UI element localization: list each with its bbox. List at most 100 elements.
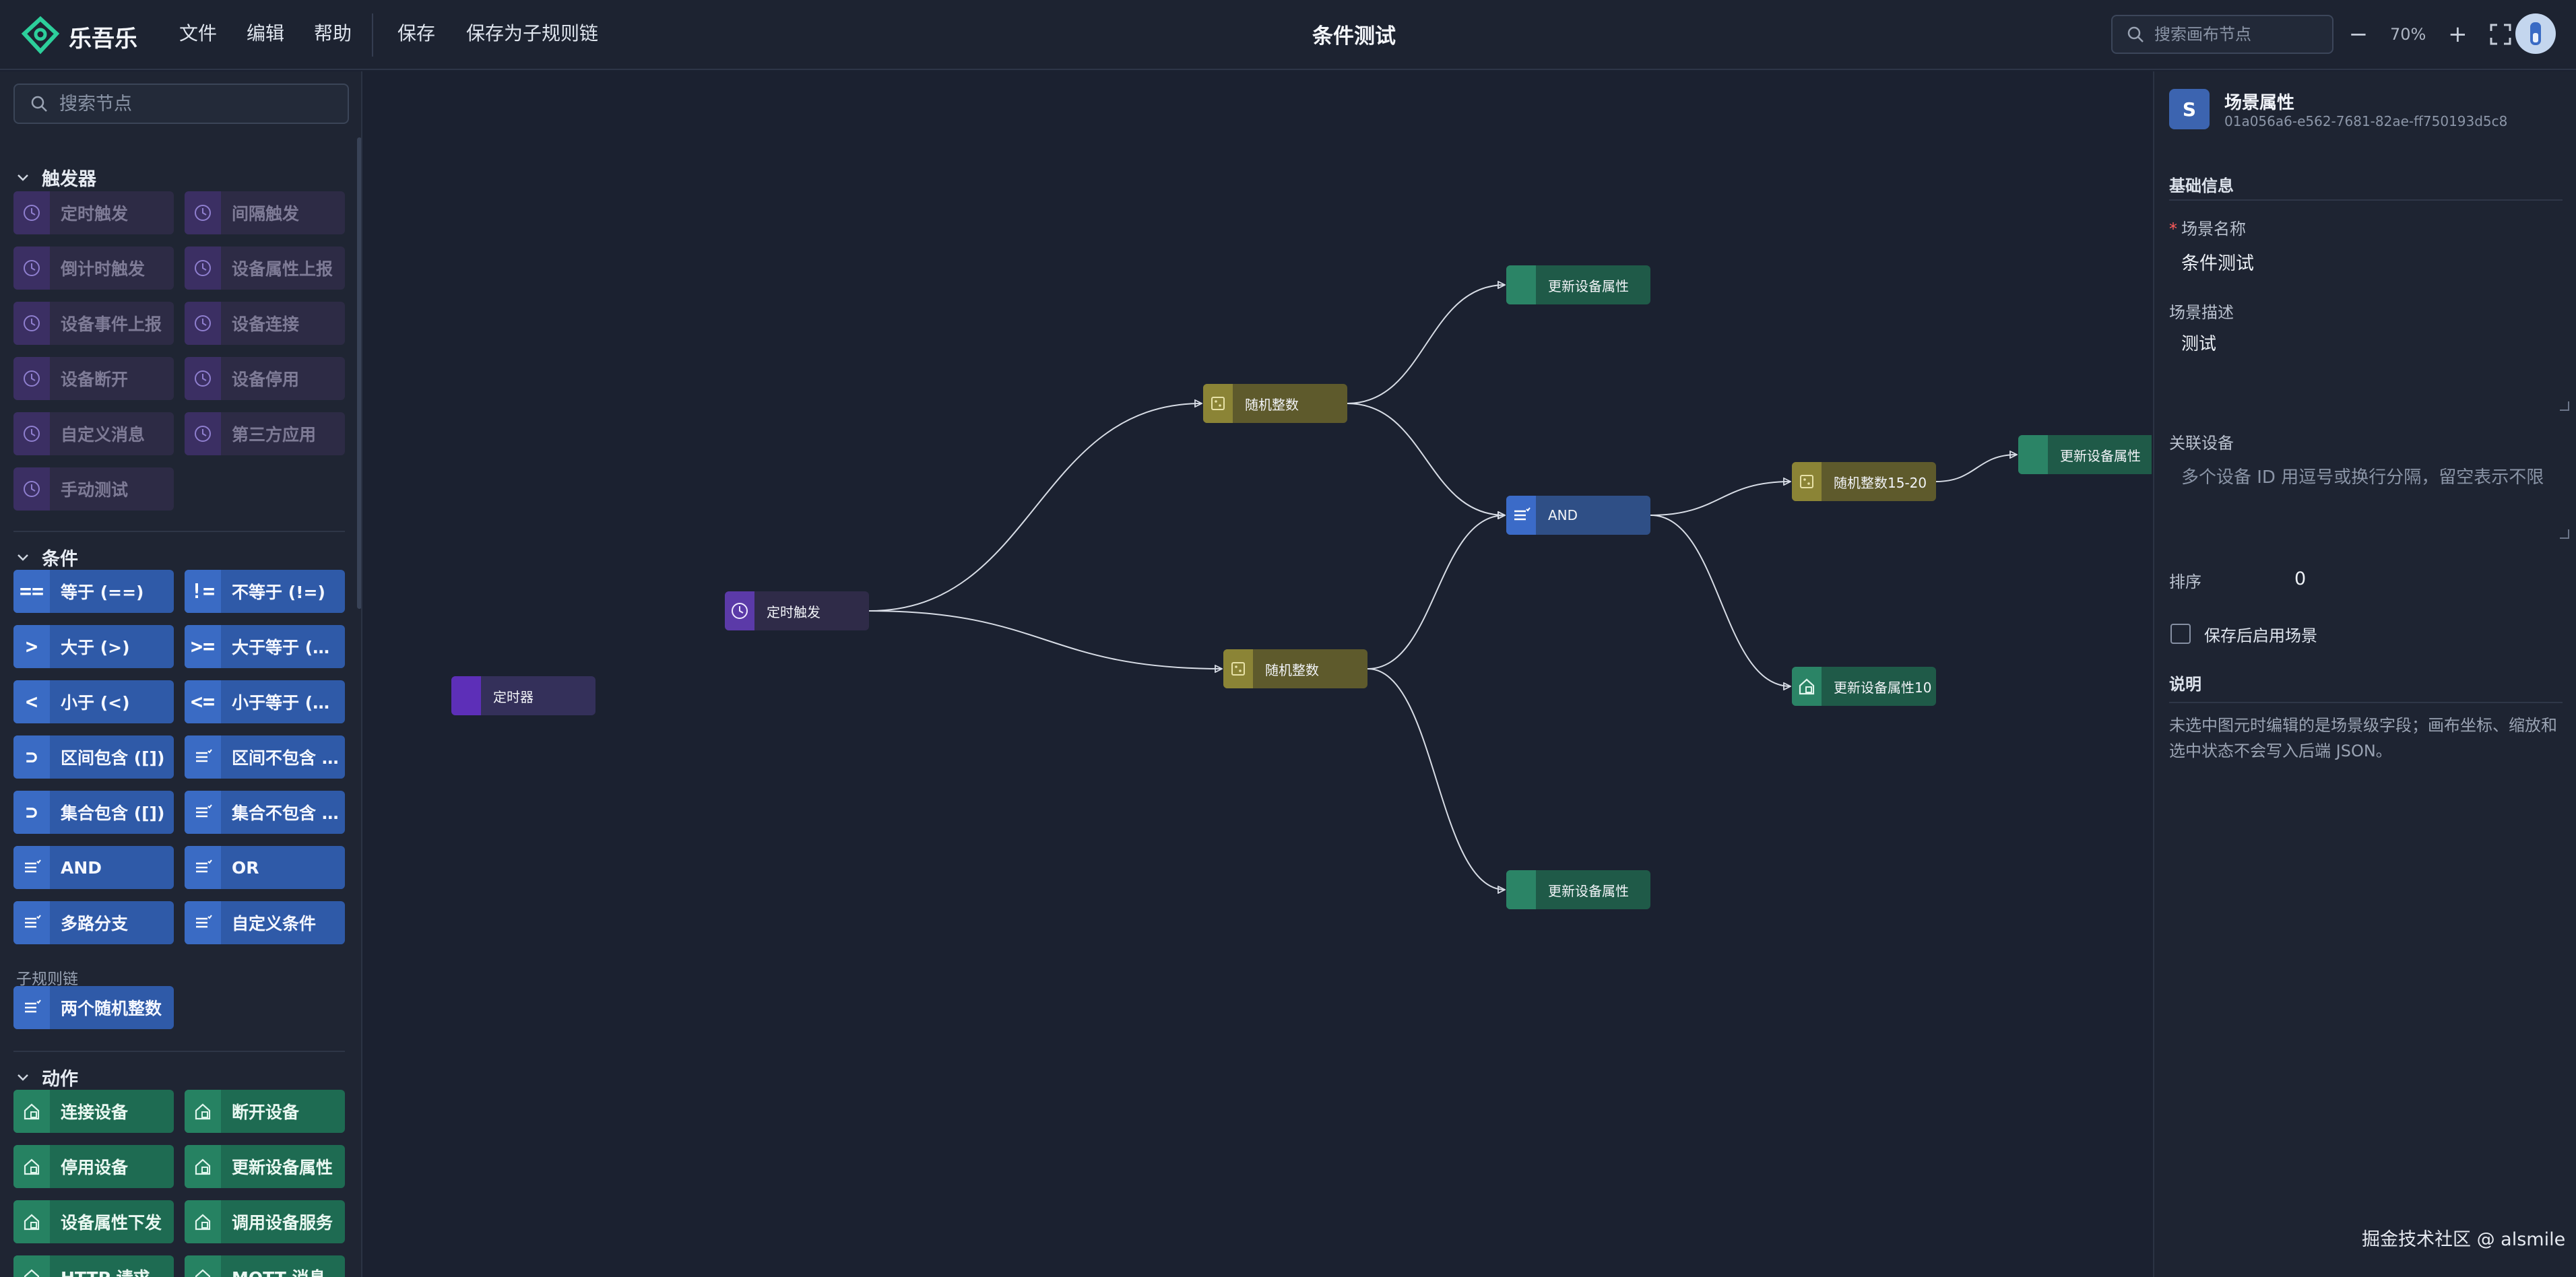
node-card-cond[interactable]: 多路分支 — [13, 901, 174, 944]
section-subchain-heading: 子规则链 — [16, 971, 78, 988]
node-card-trig[interactable]: 设备事件上报 — [13, 302, 174, 345]
sidebar-scrollbar[interactable] — [357, 137, 361, 609]
page-title: 条件测试 — [1312, 24, 1396, 48]
node-card-trig[interactable]: 设备停用 — [185, 357, 345, 400]
flow-edge[interactable] — [868, 403, 1202, 612]
node-card-cond[interactable]: 自定义条件 — [185, 901, 345, 944]
canvas-node-rand[interactable]: 随机整数 — [1223, 649, 1367, 688]
zoom-out-icon[interactable]: − — [2347, 21, 2370, 48]
chevron-down-icon — [18, 554, 28, 561]
resize-handle-icon[interactable] — [2560, 529, 2569, 539]
canvas-node-label: 更新设备属性10 — [1834, 679, 1932, 696]
node-card-act[interactable]: 设备属性下发 — [13, 1200, 174, 1243]
node-card-cond[interactable]: OR — [185, 846, 345, 889]
condition-icon — [185, 791, 221, 834]
node-card-act[interactable]: 断开设备 — [185, 1090, 345, 1133]
watermark-credit: 掘金技术社区 @ alsmile — [2362, 1229, 2566, 1250]
flow-edge[interactable] — [1347, 285, 1505, 404]
node-card-label: 区间包含 ([]) — [61, 748, 165, 768]
node-card-trig[interactable]: 设备连接 — [185, 302, 345, 345]
canvas-node-andn[interactable]: AND — [1506, 496, 1650, 535]
node-card-trig[interactable]: 手动测试 — [13, 467, 174, 511]
node-card-label: 设备属性下发 — [61, 1213, 162, 1233]
node-card-label: 不等于 (!=) — [232, 583, 325, 602]
node-card-cond[interactable]: < 小于 (<) — [13, 680, 174, 723]
node-card-act[interactable]: 连接设备 — [13, 1090, 174, 1133]
node-card-label: 多路分支 — [61, 914, 129, 934]
canvas-node-upd[interactable]: 更新设备属性10 — [1792, 667, 1936, 706]
node-card-act[interactable]: 停用设备 — [13, 1145, 174, 1188]
node-card-act[interactable]: 更新设备属性 — [185, 1145, 345, 1188]
node-card-label: 间隔触发 — [232, 204, 300, 224]
node-card-act[interactable]: HTTP 请求 — [13, 1255, 174, 1277]
node-card-label: 定时触发 — [61, 204, 129, 224]
devices-textarea[interactable] — [2169, 458, 2563, 547]
section-heading-1[interactable]: 条件 — [16, 544, 78, 570]
node-card-cond[interactable]: > 大于 (>) — [13, 625, 174, 668]
node-card-act[interactable]: 调用设备服务 — [185, 1200, 345, 1243]
zoom-in-icon[interactable]: + — [2446, 21, 2469, 48]
node-card-cond[interactable]: ⊃ 集合包含 ([]) — [13, 791, 174, 834]
canvas-node-timer[interactable]: 定时器 — [451, 676, 595, 715]
order-label: 排序 — [2169, 572, 2201, 591]
menu-help[interactable]: 帮助 — [314, 19, 352, 46]
node-card-trig[interactable]: 间隔触发 — [185, 191, 345, 234]
node-card-cond[interactable]: ⊃ 区间包含 ([]) — [13, 735, 174, 779]
node-card-trig[interactable]: 设备断开 — [13, 357, 174, 400]
flow-edge[interactable] — [1650, 515, 1791, 686]
resize-handle-icon[interactable] — [2560, 401, 2569, 411]
flow-edge[interactable] — [868, 610, 1222, 669]
canvas-node-rand[interactable]: 随机整数15-20 — [1792, 462, 1936, 501]
node-card-cond[interactable]: AND — [13, 846, 174, 889]
node-card-cond[interactable]: != 不等于 (!=) — [185, 570, 345, 613]
canvas-node-rand[interactable]: 随机整数 — [1203, 384, 1347, 423]
device-icon — [185, 1200, 221, 1243]
node-card-act[interactable]: MQTT 消息 — [185, 1255, 345, 1277]
node-card-cond[interactable]: == 等于 (==) — [13, 570, 174, 613]
user-avatar[interactable] — [2515, 13, 2556, 54]
save-as-subchain-button[interactable]: 保存为子规则链 — [466, 19, 598, 46]
app-logo[interactable]: 乐吾乐 — [20, 16, 137, 57]
canvas-search-box[interactable] — [2111, 15, 2333, 54]
section-heading-3[interactable]: 动作 — [16, 1064, 78, 1090]
scene-name-input[interactable] — [2169, 242, 2563, 280]
clock-icon — [13, 467, 50, 511]
scene-desc-textarea[interactable]: 测试 — [2169, 325, 2563, 422]
fullscreen-icon[interactable] — [2489, 23, 2512, 46]
canvas-node-upd[interactable]: 更新设备属性 — [1506, 870, 1650, 909]
node-card-label: 集合包含 ([]) — [61, 804, 165, 823]
node-search-box[interactable] — [13, 84, 349, 124]
node-card-trig[interactable]: 第三方应用 — [185, 412, 345, 455]
flow-edge[interactable] — [1347, 403, 1505, 515]
flow-canvas[interactable]: 定时器 定时触发 随机整数 随机整数 AND 随机整数15-20 更新设备属性 更新设备属性更… — [364, 71, 2152, 1277]
flow-edge[interactable] — [1935, 455, 2017, 482]
node-card-label: 自定义条件 — [232, 914, 317, 934]
node-card-cond[interactable]: 两个随机整数 — [13, 986, 174, 1029]
node-search-input[interactable] — [59, 93, 342, 114]
canvas-node-trig[interactable]: 定时触发 — [725, 591, 869, 630]
node-card-cond[interactable]: <= 小于等于 (<=) — [185, 680, 345, 723]
chevron-down-icon — [18, 174, 28, 181]
node-card-trig[interactable]: 倒计时触发 — [13, 247, 174, 290]
flow-edge[interactable] — [1367, 668, 1505, 890]
flow-edge[interactable] — [1650, 482, 1791, 516]
canvas-search-input[interactable] — [2154, 25, 2323, 44]
enable-scene-checkbox[interactable] — [2170, 624, 2191, 644]
node-card-label: 停用设备 — [61, 1158, 129, 1177]
node-card-trig[interactable]: 定时触发 — [13, 191, 174, 234]
menu-file[interactable]: 文件 — [179, 19, 217, 46]
node-card-cond[interactable]: >= 大于等于 (>=) — [185, 625, 345, 668]
scene-name-label-text: 场景名称 — [2181, 220, 2246, 238]
canvas-node-upd[interactable]: 更新设备属性 — [1506, 265, 1650, 304]
condition-icon — [13, 901, 50, 944]
node-card-cond[interactable]: 区间不包含 (![]) — [185, 735, 345, 779]
section-heading-0[interactable]: 触发器 — [16, 164, 96, 191]
node-card-trig[interactable]: 设备属性上报 — [185, 247, 345, 290]
node-card-cond[interactable]: 集合不包含 (![]) — [185, 791, 345, 834]
menu-edit[interactable]: 编辑 — [247, 19, 284, 46]
flow-edge[interactable] — [1367, 515, 1505, 669]
save-button[interactable]: 保存 — [397, 19, 435, 46]
order-input[interactable] — [2282, 562, 2552, 595]
canvas-node-upd[interactable]: 更新设备属性 — [2018, 435, 2152, 474]
node-card-trig[interactable]: 自定义消息 — [13, 412, 174, 455]
